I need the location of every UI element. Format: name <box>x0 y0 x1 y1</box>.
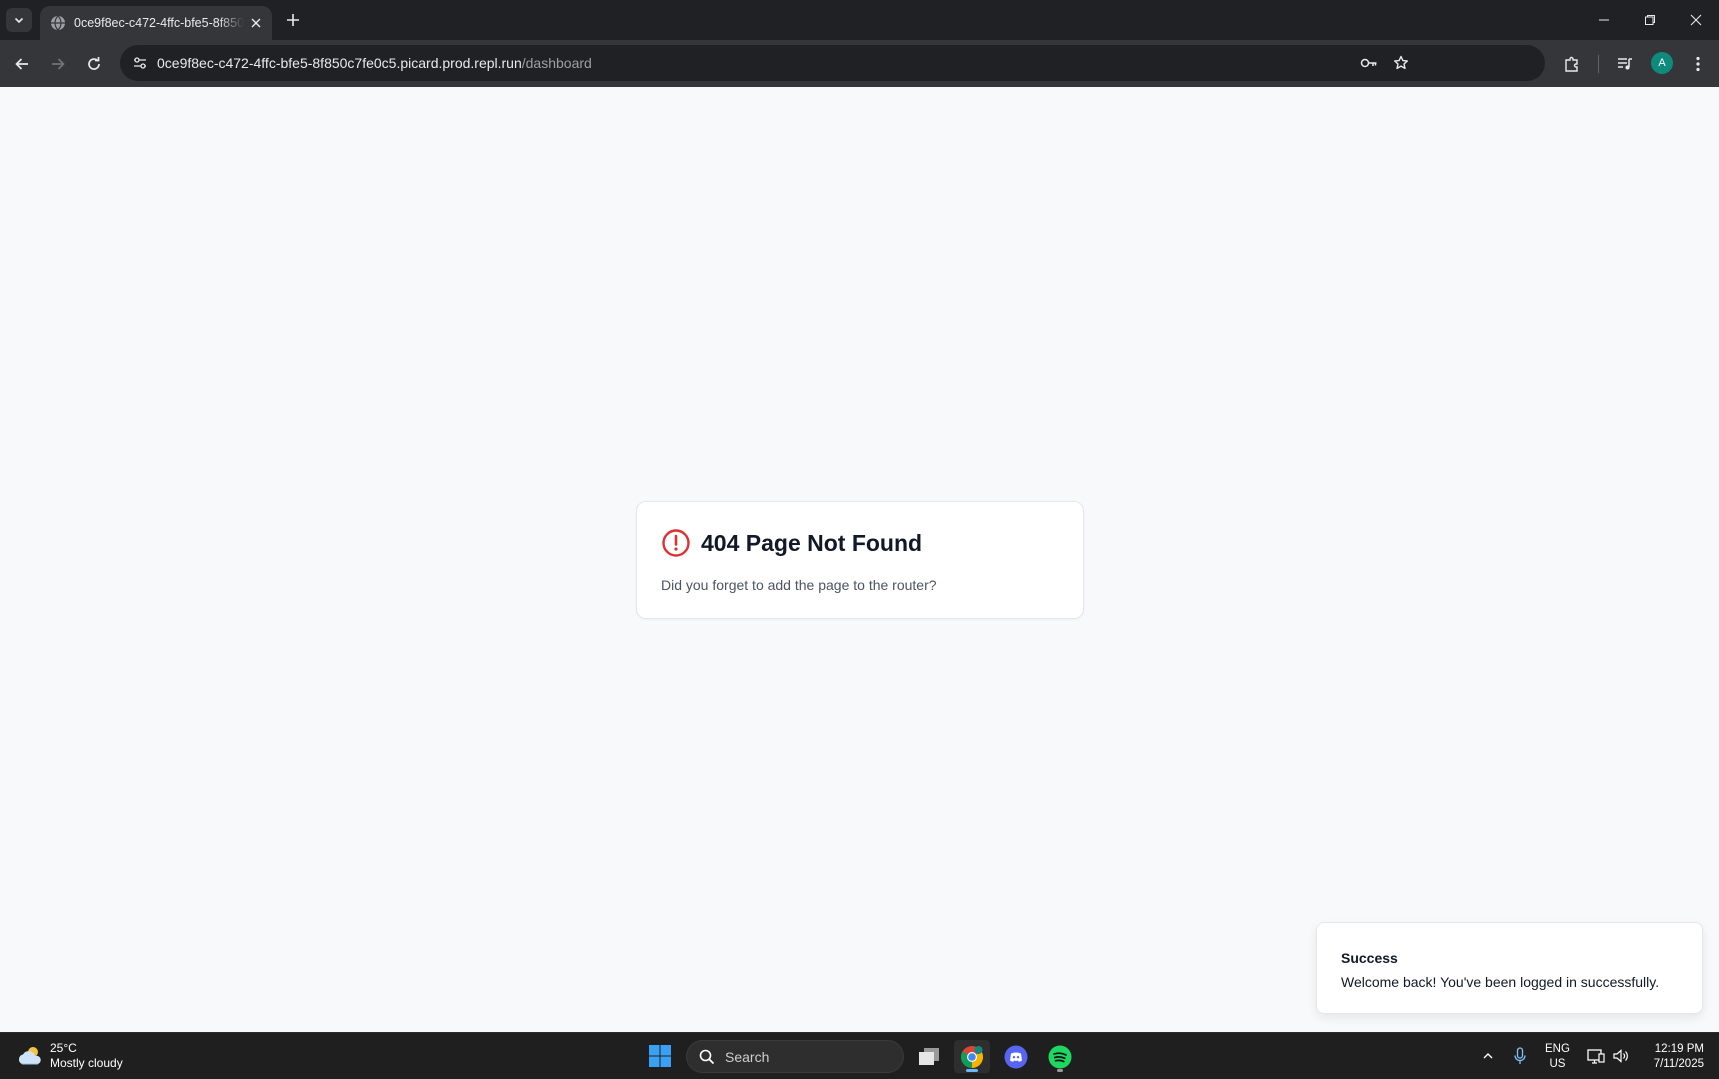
weather-text: 25°C Mostly cloudy <box>50 1041 123 1071</box>
clock-date: 7/11/2025 <box>1653 1058 1704 1070</box>
active-indicator <box>966 1069 978 1072</box>
arrow-right-icon <box>52 58 65 70</box>
tune-icon <box>134 57 146 69</box>
key-icon <box>1360 58 1377 68</box>
alert-circle-icon <box>662 529 690 557</box>
error-description: Did you forget to add the page to the ro… <box>661 577 937 593</box>
language-indicator[interactable]: ENG US <box>1545 1042 1570 1072</box>
card-header: 404 Page Not Found <box>661 528 922 558</box>
queue-music-icon <box>1618 58 1632 70</box>
url-host: 0ce9f8ec-c472-4ffc-bfe5-8f850c7fe0c5.pic… <box>157 55 522 71</box>
reload-icon <box>88 57 100 70</box>
chevron-down-icon <box>14 17 24 24</box>
url-path: /dashboard <box>521 55 592 71</box>
show-hidden-icons-button[interactable] <box>1478 1046 1498 1066</box>
page-content: 404 Page Not Found Did you forget to add… <box>0 87 1719 1032</box>
back-button[interactable] <box>8 50 36 78</box>
toast-message: Welcome back! You've been logged in succ… <box>1341 974 1660 990</box>
running-indicator <box>1057 1069 1063 1072</box>
bookmark-button[interactable] <box>1389 51 1413 75</box>
new-tab-button[interactable] <box>282 9 304 31</box>
minimize-icon <box>1599 19 1609 21</box>
clock-time: 12:19 PM <box>1654 1043 1704 1055</box>
system-clock[interactable]: 12:19 PM 7/11/2025 <box>1638 1042 1704 1072</box>
chrome-icon <box>961 1045 983 1068</box>
search-icon <box>699 1049 715 1064</box>
browser-tab-bar: 0ce9f8ec-c472-4ffc-bfe5-8f850c7fe0c5 <box>0 0 1719 40</box>
windows-start-icon[interactable] <box>648 1044 672 1068</box>
language-code: ENG <box>1545 1043 1570 1055</box>
network-icon <box>1587 1049 1605 1064</box>
tab-title: 0ce9f8ec-c472-4ffc-bfe5-8f850c7fe0c5 <box>74 16 244 30</box>
browser-toolbar: 0ce9f8ec-c472-4ffc-bfe5-8f850c7fe0c5.pic… <box>0 40 1719 87</box>
task-view-button[interactable] <box>911 1040 947 1073</box>
taskbar-discord[interactable] <box>998 1040 1034 1073</box>
restore-button[interactable] <box>1627 0 1673 40</box>
browser-menu-button[interactable] <box>1684 50 1712 78</box>
network-button[interactable] <box>1586 1046 1606 1066</box>
star-icon <box>1394 55 1408 70</box>
more-vertical-icon <box>1696 56 1700 72</box>
success-toast[interactable]: Success Welcome back! You've been logged… <box>1316 922 1703 1014</box>
microphone-button[interactable] <box>1510 1046 1530 1066</box>
globe-icon <box>51 15 65 31</box>
media-control-button[interactable] <box>1611 50 1639 78</box>
taskbar-search[interactable]: Search <box>686 1040 904 1073</box>
close-icon <box>251 18 261 28</box>
taskbar: 25°C Mostly cloudy Search ENG US 12:19 P… <box>0 1032 1719 1079</box>
minimize-button[interactable] <box>1581 0 1627 40</box>
tab-search-button[interactable] <box>6 8 32 32</box>
close-icon <box>1690 14 1702 26</box>
extensions-button[interactable] <box>1558 50 1586 78</box>
forward-button[interactable] <box>44 50 72 78</box>
close-window-button[interactable] <box>1673 0 1719 40</box>
weather-widget[interactable]: 25°C Mostly cloudy <box>16 1041 123 1071</box>
weather-desc: Mostly cloudy <box>50 1056 123 1070</box>
taskbar-chrome[interactable] <box>954 1040 990 1073</box>
reload-button[interactable] <box>80 50 108 78</box>
weather-temp: 25°C <box>50 1041 77 1055</box>
spotify-icon <box>1048 1045 1072 1068</box>
profile-avatar[interactable]: A <box>1651 52 1673 74</box>
volume-button[interactable] <box>1611 1046 1631 1066</box>
taskbar-spotify[interactable] <box>1042 1040 1078 1073</box>
microphone-icon <box>1514 1047 1526 1064</box>
not-found-card: 404 Page Not Found Did you forget to add… <box>636 501 1084 619</box>
task-view-icon <box>919 1047 939 1065</box>
site-info-button[interactable] <box>128 51 152 75</box>
tab-close-button[interactable] <box>248 15 264 31</box>
restore-icon <box>1645 15 1655 25</box>
search-placeholder: Search <box>725 1048 770 1065</box>
page-title: 404 Page Not Found <box>701 529 923 556</box>
puzzle-icon <box>1565 56 1578 72</box>
cloudy-icon <box>18 1047 41 1065</box>
arrow-left-icon <box>15 58 28 70</box>
browser-tab[interactable]: 0ce9f8ec-c472-4ffc-bfe5-8f850c7fe0c5 <box>40 6 272 40</box>
password-key-button[interactable] <box>1357 51 1381 75</box>
volume-icon <box>1613 1049 1628 1063</box>
chevron-up-icon <box>1483 1053 1493 1059</box>
plus-icon <box>287 14 299 26</box>
toast-title: Success <box>1341 950 1398 966</box>
toolbar-divider <box>1598 55 1599 73</box>
url-text[interactable]: 0ce9f8ec-c472-4ffc-bfe5-8f850c7fe0c5.pic… <box>157 55 592 71</box>
address-bar[interactable]: 0ce9f8ec-c472-4ffc-bfe5-8f850c7fe0c5.pic… <box>120 45 1545 81</box>
discord-icon <box>1004 1045 1028 1068</box>
region-code: US <box>1549 1058 1566 1070</box>
